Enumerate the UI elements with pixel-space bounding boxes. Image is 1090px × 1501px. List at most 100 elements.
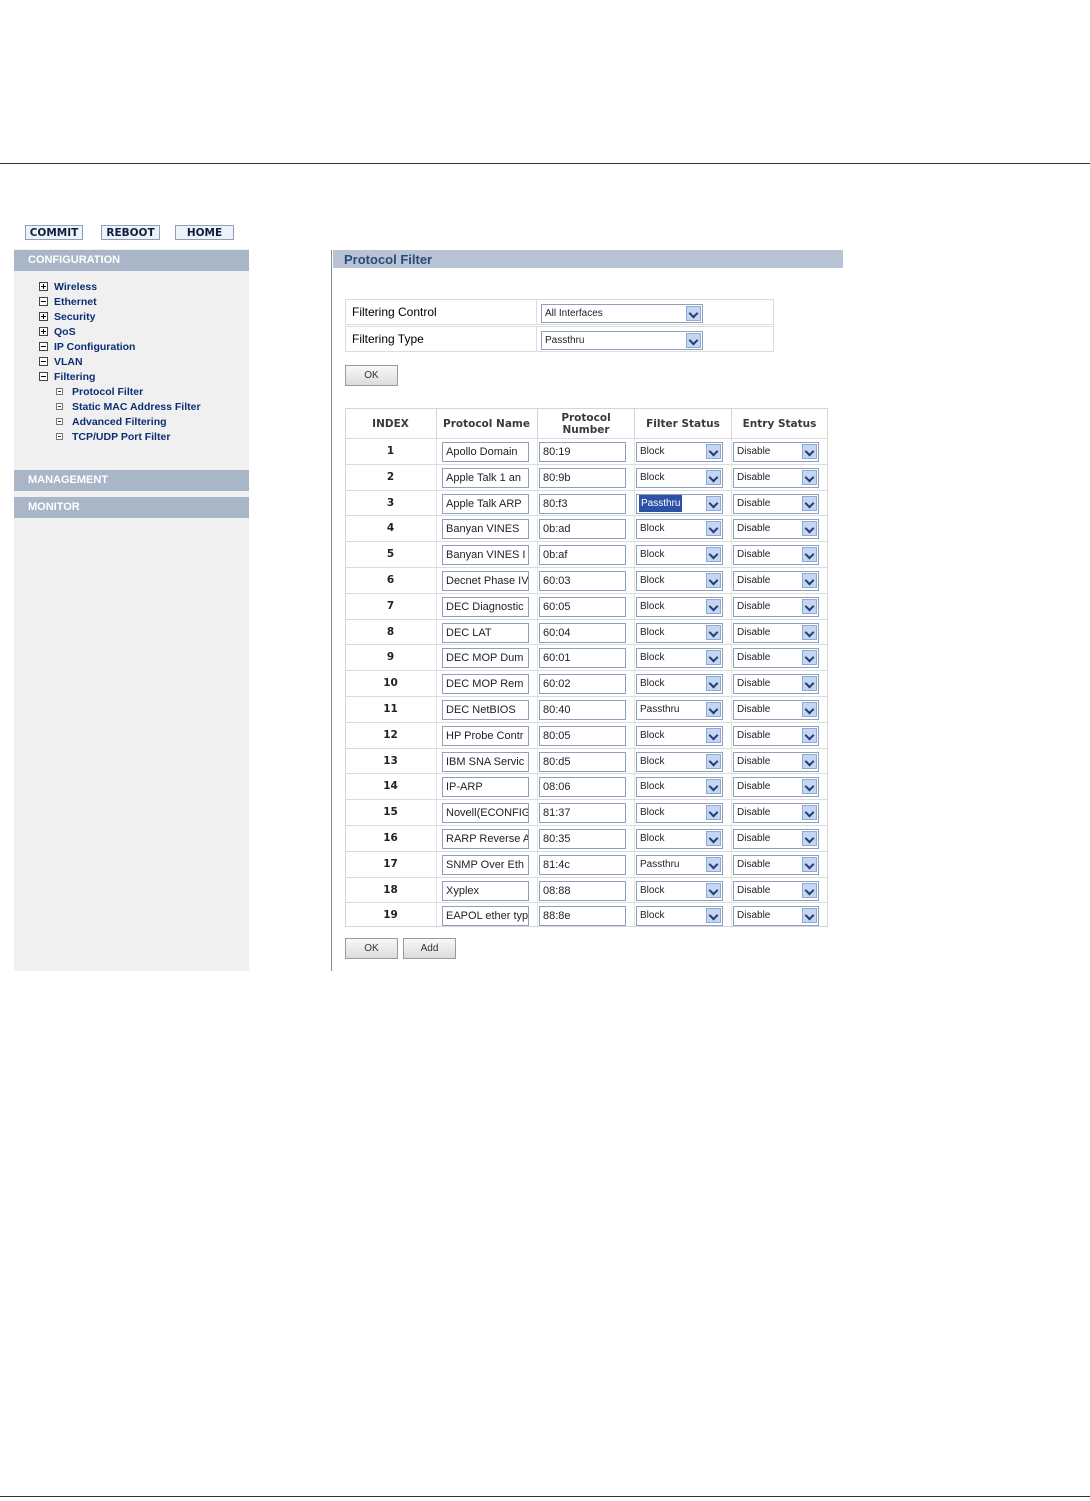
filter-status-select[interactable]: Block bbox=[636, 725, 723, 746]
expand-icon[interactable] bbox=[39, 311, 48, 321]
filter-status-select[interactable]: Block bbox=[636, 442, 723, 462]
protocol-number-input[interactable]: 0b:af bbox=[539, 545, 626, 566]
entry-status-select[interactable]: Disable bbox=[733, 674, 819, 695]
filter-status-select[interactable]: Block bbox=[636, 622, 723, 643]
entry-status-select[interactable]: Disable bbox=[733, 854, 819, 875]
protocol-name-input[interactable]: Xyplex bbox=[442, 880, 529, 901]
management-header[interactable]: MANAGEMENT bbox=[14, 470, 249, 491]
sidebar-subitem-static-mac-address-filter[interactable]: Static MAC Address Filter bbox=[56, 400, 201, 415]
configuration-header[interactable]: CONFIGURATION bbox=[14, 250, 249, 271]
filter-status-select[interactable]: Passthru bbox=[636, 493, 723, 514]
protocol-number-input[interactable]: 08:06 bbox=[539, 777, 626, 798]
entry-status-select[interactable]: Disable bbox=[733, 596, 819, 617]
monitor-header[interactable]: MONITOR bbox=[14, 497, 249, 518]
expand-icon[interactable] bbox=[39, 326, 48, 336]
protocol-name-input[interactable]: HP Probe Contr bbox=[442, 725, 529, 746]
protocol-name-input[interactable]: Novell(ECONFIG bbox=[442, 803, 529, 824]
protocol-name-input[interactable]: Apple Talk ARP bbox=[442, 493, 529, 514]
sidebar-subitem-advanced-filtering[interactable]: Advanced Filtering bbox=[56, 415, 167, 430]
protocol-name-input[interactable]: Banyan VINES I bbox=[442, 545, 529, 566]
protocol-number-input[interactable]: 60:04 bbox=[539, 622, 626, 643]
protocol-number-input[interactable]: 80:f3 bbox=[539, 493, 626, 514]
entry-status-select[interactable]: Disable bbox=[733, 725, 819, 746]
entry-status-select[interactable]: Disable bbox=[733, 648, 819, 669]
entry-status-select[interactable]: Disable bbox=[733, 700, 819, 720]
reboot-button[interactable]: REBOOT bbox=[101, 225, 160, 240]
sidebar-item-ip-configuration[interactable]: IP Configuration bbox=[39, 340, 135, 355]
sidebar-item-wireless[interactable]: Wireless bbox=[39, 280, 97, 295]
entry-status-select[interactable]: Disable bbox=[733, 880, 819, 901]
protocol-number-input[interactable]: 0b:ad bbox=[539, 519, 626, 540]
collapse-icon[interactable] bbox=[39, 296, 48, 306]
entry-status-select[interactable]: Disable bbox=[733, 777, 819, 798]
collapse-icon[interactable] bbox=[39, 356, 48, 366]
protocol-name-input[interactable]: IP-ARP bbox=[442, 777, 529, 798]
protocol-number-input[interactable]: 80:35 bbox=[539, 829, 626, 849]
protocol-number-input[interactable]: 08:88 bbox=[539, 880, 626, 901]
protocol-number-input[interactable]: 80:40 bbox=[539, 700, 626, 720]
protocol-number-input[interactable]: 81:4c bbox=[539, 854, 626, 875]
protocol-number-input[interactable]: 60:03 bbox=[539, 571, 626, 591]
filter-status-select[interactable]: Block bbox=[636, 906, 723, 927]
protocol-number-input[interactable]: 80:05 bbox=[539, 725, 626, 746]
filter-status-select[interactable]: Block bbox=[636, 545, 723, 566]
protocol-name-input[interactable]: Apollo Domain bbox=[442, 442, 529, 462]
filter-status-select[interactable]: Block bbox=[636, 829, 723, 849]
sidebar-item-qos[interactable]: QoS bbox=[39, 325, 76, 340]
entry-status-select[interactable]: Disable bbox=[733, 622, 819, 643]
protocol-name-input[interactable]: EAPOL ether typ bbox=[442, 906, 529, 927]
protocol-number-input[interactable]: 88:8e bbox=[539, 906, 626, 927]
sidebar-item-filtering[interactable]: Filtering bbox=[39, 370, 95, 385]
expand-icon[interactable] bbox=[39, 281, 48, 291]
collapse-icon[interactable] bbox=[39, 371, 48, 381]
entry-status-select[interactable]: Disable bbox=[733, 545, 819, 566]
entry-status-select[interactable]: Disable bbox=[733, 571, 819, 591]
sidebar-item-vlan[interactable]: VLAN bbox=[39, 355, 83, 370]
protocol-number-input[interactable]: 80:d5 bbox=[539, 751, 626, 772]
filter-status-select[interactable]: Block bbox=[636, 880, 723, 901]
filter-status-select[interactable]: Block bbox=[636, 674, 723, 695]
commit-button[interactable]: COMMIT bbox=[25, 225, 83, 240]
protocol-name-input[interactable]: DEC Diagnostic bbox=[442, 596, 529, 617]
collapse-icon[interactable] bbox=[39, 341, 48, 351]
protocol-name-input[interactable]: Banyan VINES bbox=[442, 519, 529, 540]
entry-status-select[interactable]: Disable bbox=[733, 442, 819, 462]
home-button[interactable]: HOME bbox=[175, 225, 234, 240]
ok-button-top[interactable]: OK bbox=[345, 365, 398, 386]
filter-status-select[interactable]: Block bbox=[636, 648, 723, 669]
filter-status-select[interactable]: Block bbox=[636, 751, 723, 772]
sidebar-subitem-protocol-filter[interactable]: Protocol Filter bbox=[56, 385, 143, 400]
sidebar-item-security[interactable]: Security bbox=[39, 310, 95, 325]
protocol-name-input[interactable]: RARP Reverse A bbox=[442, 829, 529, 849]
filter-status-select[interactable]: Block bbox=[636, 519, 723, 540]
add-button[interactable]: Add bbox=[403, 938, 456, 959]
entry-status-select[interactable]: Disable bbox=[733, 906, 819, 927]
filter-status-select[interactable]: Block bbox=[636, 803, 723, 824]
sidebar-item-ethernet[interactable]: Ethernet bbox=[39, 295, 97, 310]
filtering-type-select[interactable]: Passthru bbox=[541, 331, 703, 350]
entry-status-select[interactable]: Disable bbox=[733, 467, 819, 488]
protocol-number-input[interactable]: 60:02 bbox=[539, 674, 626, 695]
entry-status-select[interactable]: Disable bbox=[733, 519, 819, 540]
filter-status-select[interactable]: Block bbox=[636, 571, 723, 591]
filter-status-select[interactable]: Passthru bbox=[636, 854, 723, 875]
protocol-name-input[interactable]: DEC LAT bbox=[442, 622, 529, 643]
filter-status-select[interactable]: Passthru bbox=[636, 700, 723, 720]
filter-status-select[interactable]: Block bbox=[636, 777, 723, 798]
sidebar-subitem-tcp-udp-port-filter[interactable]: TCP/UDP Port Filter bbox=[56, 430, 170, 445]
protocol-number-input[interactable]: 80:9b bbox=[539, 467, 626, 488]
protocol-name-input[interactable]: DEC NetBIOS bbox=[442, 700, 529, 720]
protocol-number-input[interactable]: 81:37 bbox=[539, 803, 626, 824]
filter-status-select[interactable]: Block bbox=[636, 467, 723, 488]
entry-status-select[interactable]: Disable bbox=[733, 751, 819, 772]
protocol-number-input[interactable]: 60:05 bbox=[539, 596, 626, 617]
protocol-name-input[interactable]: IBM SNA Servic bbox=[442, 751, 529, 772]
filter-status-select[interactable]: Block bbox=[636, 596, 723, 617]
protocol-number-input[interactable]: 60:01 bbox=[539, 648, 626, 669]
filtering-control-select[interactable]: All Interfaces bbox=[541, 304, 703, 323]
protocol-name-input[interactable]: DEC MOP Rem bbox=[442, 674, 529, 695]
entry-status-select[interactable]: Disable bbox=[733, 829, 819, 849]
protocol-name-input[interactable]: SNMP Over Eth bbox=[442, 854, 529, 875]
entry-status-select[interactable]: Disable bbox=[733, 803, 819, 824]
protocol-name-input[interactable]: Apple Talk 1 an bbox=[442, 467, 529, 488]
